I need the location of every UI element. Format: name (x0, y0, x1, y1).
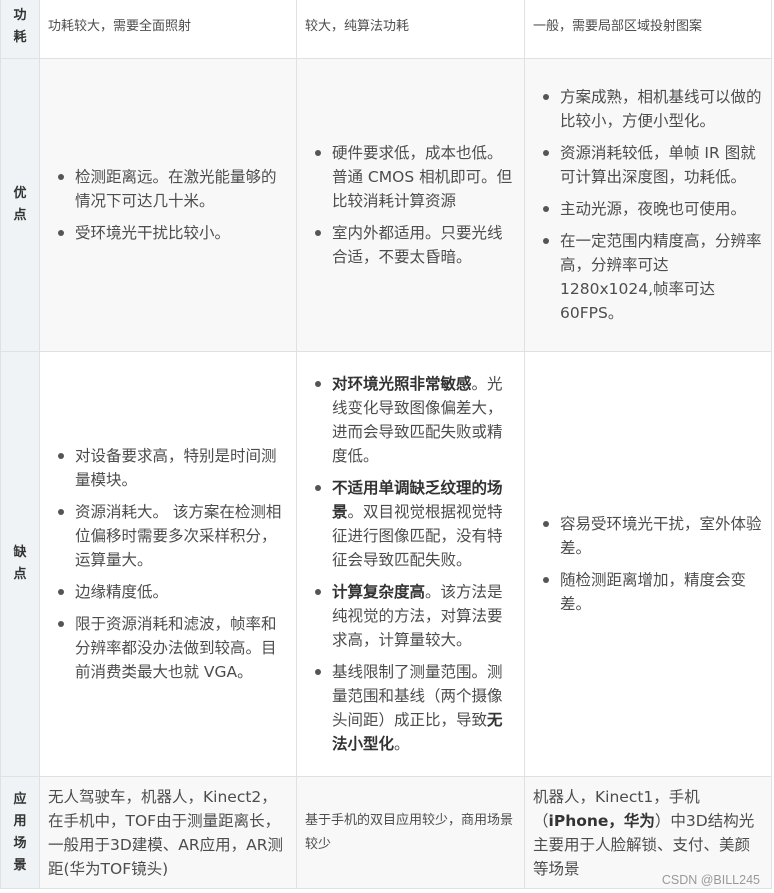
bold-text: 计算复杂度高 (332, 583, 426, 601)
list-item: 限于资源消耗和滤波，帧率和分辨率都没办法做到较高。目前消费类最大也就 VGA。 (48, 612, 288, 684)
row-label-advantages: 优 点 (0, 58, 40, 352)
list-item: 对设备要求高，特别是时间测量模块。 (48, 444, 288, 492)
row-label-char: 优 (13, 186, 27, 201)
table-row-advantages: 优 点 检测距离远。在激光能量够的情况下可达几十米。 受环境光干扰比较小。 硬件… (0, 58, 772, 352)
disadvantages-col2-list: 对环境光照非常敏感。光线变化导致图像偏差大，进而会导致匹配失败或精度低。 不适用… (305, 372, 516, 756)
power-col1: 功耗较大，需要全面照射 (39, 0, 297, 59)
applications-col2: 基于手机的双目应用较少，商用场景较少 (296, 776, 525, 889)
list-item: 主动光源，夜晚也可使用。 (533, 197, 763, 221)
list-item: 资源消耗较低，单帧 IR 图就可计算出深度图，功耗低。 (533, 141, 763, 189)
disadvantages-col1: 对设备要求高，特别是时间测量模块。 资源消耗大。 该方案在检测相位偏移时需要多次… (39, 351, 297, 777)
row-label-disadvantages: 缺 点 (0, 351, 40, 777)
advantages-col3-list: 方案成熟，相机基线可以做的比较小，方便小型化。 资源消耗较低，单帧 IR 图就可… (533, 85, 763, 325)
bold-text: iPhone，华为 (548, 811, 655, 830)
list-item: 受环境光干扰比较小。 (48, 221, 288, 245)
list-item: 方案成熟，相机基线可以做的比较小，方便小型化。 (533, 85, 763, 133)
row-label-char: 用 (13, 813, 27, 829)
disadvantages-col1-list: 对设备要求高，特别是时间测量模块。 资源消耗大。 该方案在检测相位偏移时需要多次… (48, 444, 288, 684)
table-row-applications: 应 用 场 景 无人驾驶车，机器人，Kinect2，在手机中，TOF由于测量距离… (0, 776, 772, 889)
disadvantages-col3-list: 容易受环境光干扰，室外体验差。 随检测距离增加，精度会变差。 (533, 512, 763, 616)
list-item: 检测距离远。在激光能量够的情况下可达几十米。 (48, 165, 288, 213)
row-label-char: 点 (13, 567, 27, 582)
power-col2: 较大，纯算法功耗 (296, 0, 525, 59)
list-item: 计算复杂度高。该方法是纯视觉的方法，对算法要求高，计算量较大。 (305, 580, 516, 652)
list-item: 硬件要求低，成本也低。普通 CMOS 相机即可。但比较消耗计算资源 (305, 141, 516, 213)
table-row-disadvantages: 缺 点 对设备要求高，特别是时间测量模块。 资源消耗大。 该方案在检测相位偏移时… (0, 351, 772, 777)
table-row-power: 功 耗 功耗较大，需要全面照射 较大，纯算法功耗 一般，需要局部区域投射图案 (0, 0, 772, 59)
comparison-table: 功 耗 功耗较大，需要全面照射 较大，纯算法功耗 一般，需要局部区域投射图案 优… (0, 0, 772, 889)
row-label-char: 应 (13, 791, 27, 807)
row-label-applications: 应 用 场 景 (0, 776, 40, 889)
list-item: 室内外都适用。只要光线合适，不要太昏暗。 (305, 221, 516, 269)
item-text: 。双目视觉根据视觉特征进行图像匹配，没有特征会导致匹配失败。 (332, 503, 503, 569)
row-label-power: 功 耗 (0, 0, 40, 59)
list-item: 对环境光照非常敏感。光线变化导致图像偏差大，进而会导致匹配失败或精度低。 (305, 372, 516, 468)
list-item: 容易受环境光干扰，室外体验差。 (533, 512, 763, 560)
list-item: 在一定范围内精度高，分辨率高，分辨率可达 1280x1024,帧率可达 60FP… (533, 229, 763, 325)
list-item: 边缘精度低。 (48, 580, 288, 604)
row-label-char: 缺 (13, 545, 27, 560)
applications-col1: 无人驾驶车，机器人，Kinect2，在手机中，TOF由于测量距离长，一般用于3D… (39, 776, 297, 889)
advantages-col2-list: 硬件要求低，成本也低。普通 CMOS 相机即可。但比较消耗计算资源 室内外都适用… (305, 141, 516, 269)
advantages-col1: 检测距离远。在激光能量够的情况下可达几十米。 受环境光干扰比较小。 (39, 58, 297, 352)
list-item: 不适用单调缺乏纹理的场景。双目视觉根据视觉特征进行图像匹配，没有特征会导致匹配失… (305, 476, 516, 572)
advantages-col1-list: 检测距离远。在激光能量够的情况下可达几十米。 受环境光干扰比较小。 (48, 165, 288, 245)
list-item: 随检测距离增加，精度会变差。 (533, 568, 763, 616)
disadvantages-col3: 容易受环境光干扰，室外体验差。 随检测距离增加，精度会变差。 (524, 351, 772, 777)
power-col3: 一般，需要局部区域投射图案 (524, 0, 772, 59)
bold-text: 对环境光照非常敏感 (332, 375, 472, 393)
item-text: 。 (394, 735, 410, 753)
item-text: 基线限制了测量范围。测量范围和基线（两个摄像头间距）成正比，导致 (332, 663, 503, 729)
list-item: 基线限制了测量范围。测量范围和基线（两个摄像头间距）成正比，导致无法小型化。 (305, 660, 516, 756)
row-label-char: 耗 (13, 29, 27, 45)
row-label-char: 场 (13, 835, 27, 851)
row-label-char: 景 (13, 857, 27, 873)
applications-col3: 机器人，Kinect1，手机（iPhone，华为）中3D结构光主要用于人脸解锁、… (524, 776, 772, 889)
row-label-char: 功 (13, 7, 27, 23)
watermark: CSDN @BILL245 (661, 873, 760, 887)
disadvantages-col2: 对环境光照非常敏感。光线变化导致图像偏差大，进而会导致匹配失败或精度低。 不适用… (296, 351, 525, 777)
advantages-col2: 硬件要求低，成本也低。普通 CMOS 相机即可。但比较消耗计算资源 室内外都适用… (296, 58, 525, 352)
list-item: 资源消耗大。 该方案在检测相位偏移时需要多次采样积分，运算量大。 (48, 500, 288, 572)
row-label-char: 点 (13, 208, 27, 223)
advantages-col3: 方案成熟，相机基线可以做的比较小，方便小型化。 资源消耗较低，单帧 IR 图就可… (524, 58, 772, 352)
